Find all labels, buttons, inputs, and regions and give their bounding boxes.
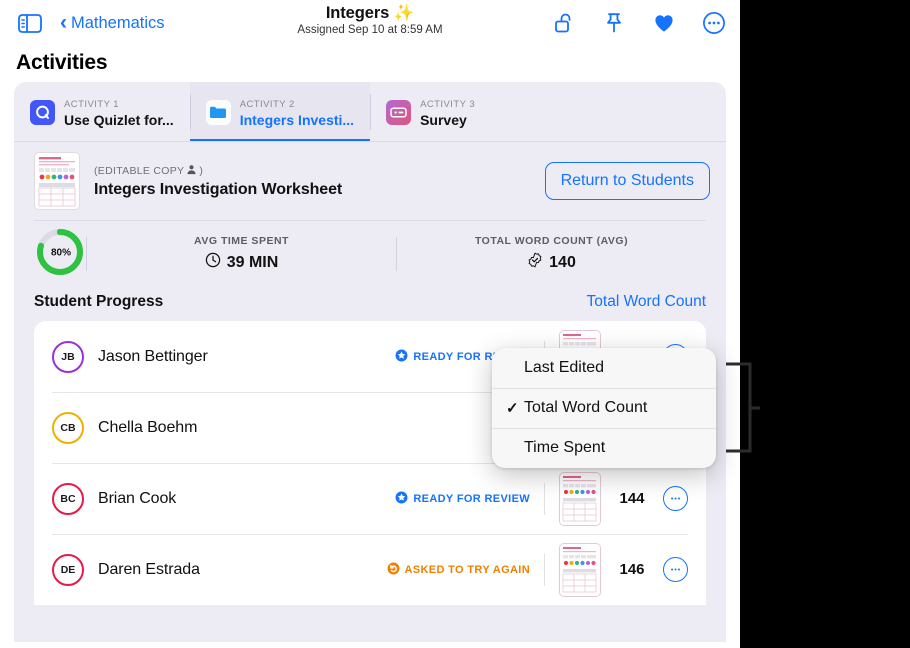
stat-word-count-value-wrap: 140 bbox=[397, 252, 706, 273]
activity-tab-2-label: Integers Investi... bbox=[240, 112, 354, 130]
back-to-mathematics-link[interactable]: ‹ Mathematics bbox=[60, 14, 165, 33]
nav-actions-group bbox=[552, 0, 726, 46]
assignment-title: Integers ✨ bbox=[205, 4, 535, 23]
sort-by-button[interactable]: Total Word Count bbox=[587, 293, 706, 311]
worksheet-thumbnail[interactable] bbox=[34, 152, 80, 210]
stat-total-word-count: TOTAL WORD COUNT (AVG) 140 bbox=[397, 235, 706, 273]
more-icon[interactable] bbox=[663, 486, 688, 511]
worksheet-kicker: (EDITABLE COPY ) bbox=[94, 164, 531, 178]
student-progress-title: Student Progress bbox=[34, 293, 163, 311]
student-name: Brian Cook bbox=[98, 490, 381, 508]
row-divider bbox=[544, 554, 545, 586]
menu-item-label: Time Spent bbox=[524, 439, 605, 457]
ready-badge-icon bbox=[395, 349, 408, 365]
return-to-students-button[interactable]: Return to Students bbox=[545, 162, 710, 200]
sort-dropdown-menu[interactable]: Last Edited ✓ Total Word Count Time Spen… bbox=[492, 348, 716, 468]
row-divider bbox=[544, 483, 545, 515]
avatar[interactable]: DE bbox=[52, 554, 84, 586]
survey-icon bbox=[386, 100, 411, 125]
student-work-thumbnail[interactable] bbox=[559, 472, 601, 526]
check-icon: ✓ bbox=[506, 399, 524, 417]
table-row[interactable]: DE Daren Estrada ASKED TO TRY AGAIN bbox=[34, 534, 706, 605]
avatar[interactable]: BC bbox=[52, 483, 84, 515]
activity-tabstrip: ACTIVITY 1 Use Quizlet for... ACTIVITY 2… bbox=[14, 82, 726, 142]
status-badge: ASKED TO TRY AGAIN bbox=[387, 562, 530, 578]
stat-word-count-value: 140 bbox=[549, 254, 576, 272]
clock-icon bbox=[205, 252, 221, 273]
activity-tab-3-kicker: ACTIVITY 3 bbox=[420, 99, 475, 110]
worksheet-meta: (EDITABLE COPY ) Integers Investigation … bbox=[94, 164, 531, 199]
stat-avg-time-label: AVG TIME SPENT bbox=[87, 235, 396, 247]
worksheet-header-row: (EDITABLE COPY ) Integers Investigation … bbox=[14, 142, 726, 220]
menu-item-label: Total Word Count bbox=[524, 399, 647, 417]
word-count-value: 146 bbox=[615, 561, 649, 578]
activity-tab-2-kicker: ACTIVITY 2 bbox=[240, 99, 295, 110]
pin-icon[interactable] bbox=[602, 11, 626, 35]
assignment-subtitle: Assigned Sep 10 at 8:59 AM bbox=[205, 24, 535, 36]
worksheet-kicker-end: ) bbox=[199, 165, 203, 177]
retry-badge-icon bbox=[387, 562, 400, 578]
screenshot-stage: ‹ Mathematics Integers ✨ Assigned Sep 10… bbox=[0, 0, 910, 648]
more-icon[interactable] bbox=[702, 11, 726, 35]
stat-word-count-label: TOTAL WORD COUNT (AVG) bbox=[397, 235, 706, 247]
more-icon[interactable] bbox=[663, 557, 688, 582]
activity-tab-1-label: Use Quizlet for... bbox=[64, 112, 174, 130]
completion-ring-label: 80% bbox=[51, 247, 71, 258]
page-title: Activities bbox=[0, 46, 740, 82]
stats-row: 80% AVG TIME SPENT 39 MIN bbox=[14, 221, 726, 287]
worksheet-title: Integers Investigation Worksheet bbox=[94, 181, 531, 199]
folder-icon bbox=[206, 100, 231, 125]
ready-badge-icon bbox=[395, 491, 408, 507]
top-navigation-bar: ‹ Mathematics Integers ✨ Assigned Sep 10… bbox=[0, 0, 740, 46]
app-window: ‹ Mathematics Integers ✨ Assigned Sep 10… bbox=[0, 0, 740, 648]
activity-tab-3[interactable]: ACTIVITY 3 Survey bbox=[370, 82, 491, 142]
stat-avg-time-value: 39 MIN bbox=[227, 254, 279, 272]
table-row[interactable]: BC Brian Cook READY FOR REVIEW bbox=[34, 463, 706, 534]
menu-item-last-edited[interactable]: Last Edited bbox=[492, 348, 716, 388]
activity-tab-1-kicker: ACTIVITY 1 bbox=[64, 99, 119, 110]
student-name: Chella Boehm bbox=[98, 419, 481, 437]
person-icon bbox=[186, 164, 197, 178]
status-badge: READY FOR REVIEW bbox=[395, 491, 530, 507]
menu-item-label: Last Edited bbox=[524, 359, 604, 377]
status-badge-label: ASKED TO TRY AGAIN bbox=[405, 564, 530, 576]
avatar[interactable]: CB bbox=[52, 412, 84, 444]
back-link-label: Mathematics bbox=[71, 14, 165, 33]
heart-icon[interactable] bbox=[652, 11, 676, 35]
menu-item-time-spent[interactable]: Time Spent bbox=[492, 428, 716, 468]
student-name: Jason Bettinger bbox=[98, 348, 381, 366]
nav-left-group: ‹ Mathematics bbox=[0, 14, 165, 33]
quizlet-icon bbox=[30, 100, 55, 125]
menu-item-total-word-count[interactable]: ✓ Total Word Count bbox=[492, 388, 716, 428]
student-name: Daren Estrada bbox=[98, 561, 373, 579]
status-badge-label: READY FOR REVIEW bbox=[413, 493, 530, 505]
activity-tab-3-label: Survey bbox=[420, 112, 475, 130]
nav-title-block: Integers ✨ Assigned Sep 10 at 8:59 AM bbox=[205, 4, 535, 36]
activity-tab-1[interactable]: ACTIVITY 1 Use Quizlet for... bbox=[14, 82, 190, 142]
stat-avg-time-spent: AVG TIME SPENT 39 MIN bbox=[87, 235, 396, 273]
completion-ring: 80% bbox=[34, 226, 86, 283]
student-progress-header: Student Progress Total Word Count bbox=[14, 287, 726, 321]
chevron-left-icon: ‹ bbox=[60, 12, 67, 33]
sidebar-toggle-icon[interactable] bbox=[18, 14, 42, 33]
badge-check-icon bbox=[527, 252, 543, 273]
student-work-thumbnail[interactable] bbox=[559, 543, 601, 597]
avatar[interactable]: JB bbox=[52, 341, 84, 373]
callout-bracket bbox=[726, 360, 766, 460]
word-count-value: 144 bbox=[615, 490, 649, 507]
stat-avg-time-value-wrap: 39 MIN bbox=[87, 252, 396, 273]
worksheet-kicker-text: (EDITABLE COPY bbox=[94, 165, 184, 177]
unlock-icon[interactable] bbox=[552, 11, 576, 35]
activity-tab-2[interactable]: ACTIVITY 2 Integers Investi... bbox=[190, 82, 370, 142]
